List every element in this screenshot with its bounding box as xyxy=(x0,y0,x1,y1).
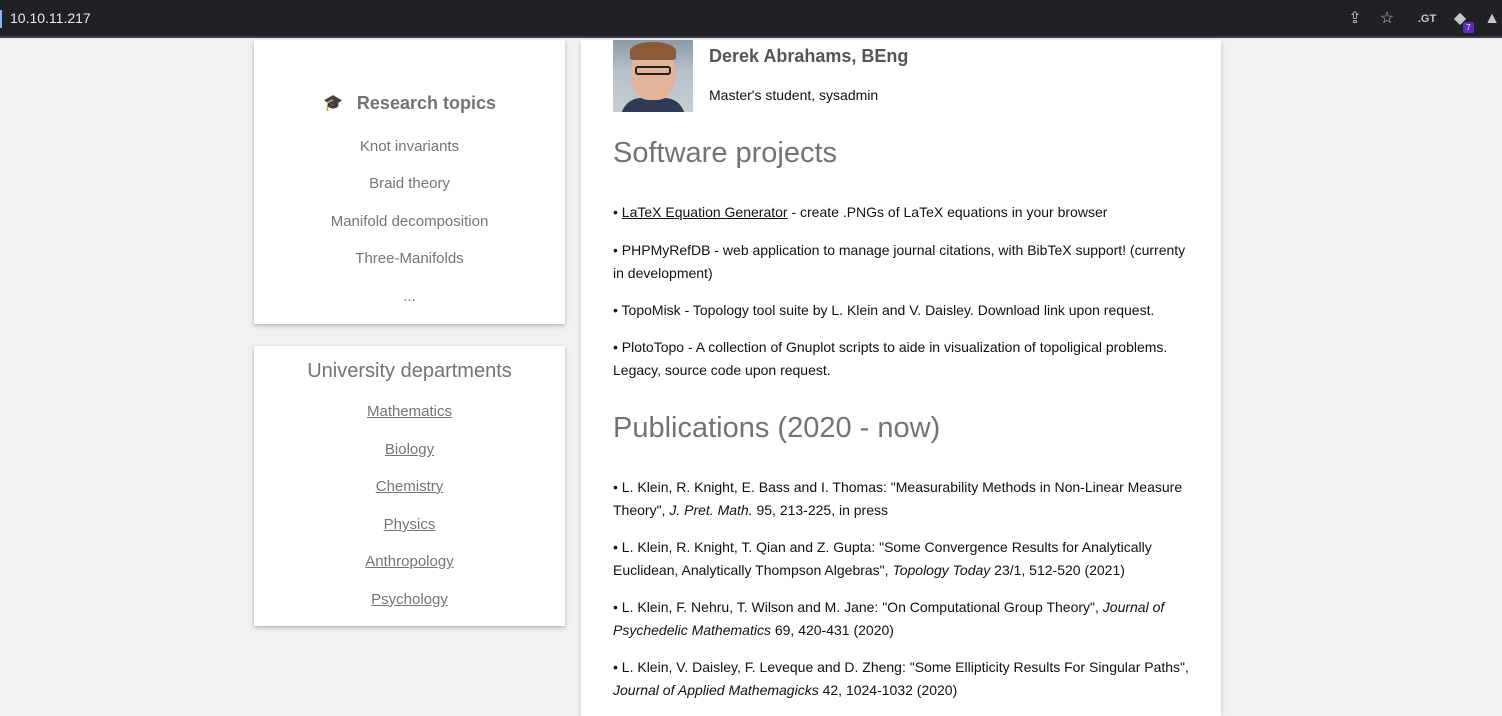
departments-title: University departments xyxy=(307,360,512,382)
profile-name: Derek Abrahams, BEng xyxy=(709,46,909,66)
research-topic: Knot invariants xyxy=(359,138,460,155)
software-item: • PlotoTopo - A collection of Gnuplot sc… xyxy=(613,336,1193,382)
profile-role: Master's student, sysadmin xyxy=(709,87,879,103)
extension-badge: 7 xyxy=(1463,22,1474,33)
department-link-psychology[interactable]: Psychology xyxy=(254,591,565,608)
extension-puzzle-icon[interactable]: ◆ 7 xyxy=(1448,7,1474,33)
publication-citation: L. Klein, F. Nehru, T. Wilson and M. Jan… xyxy=(621,599,1103,615)
research-topics-title: Research topics xyxy=(356,93,496,113)
publication-details: 42, 1024-1032 (2020) xyxy=(818,682,958,698)
research-topic: Manifold decomposition xyxy=(330,213,489,230)
software-item-text: TopoMisk - Topology tool suite by L. Kle… xyxy=(621,302,1155,318)
software-item-text: PHPMyRefDB - web application to manage j… xyxy=(613,242,1186,281)
address-bar[interactable]: 10.10.11.217 xyxy=(10,10,91,26)
department-link-anthropology[interactable]: Anthropology xyxy=(254,553,565,570)
bullet: • xyxy=(613,539,618,555)
publication-item: • L. Klein, V. Daisley, F. Leveque and D… xyxy=(613,656,1193,702)
software-item: • TopoMisk - Topology tool suite by L. K… xyxy=(613,299,1193,322)
bullet: • xyxy=(613,242,618,258)
browser-toolbar: 10.10.11.217 ⇪ ☆ .GT ◆ 7 ▲ xyxy=(0,0,1502,38)
bullet: • xyxy=(613,302,618,318)
publication-journal: J. Pret. Math. xyxy=(669,502,753,518)
graduation-cap-icon: 🎓 xyxy=(323,95,343,112)
tab-edge xyxy=(0,10,2,28)
publication-item: • L. Klein, R. Knight, T. Qian and Z. Gu… xyxy=(613,536,1193,582)
bullet: • xyxy=(613,479,618,495)
profile-photo xyxy=(613,40,693,112)
publications-heading: Publications (2020 - now) xyxy=(613,412,941,444)
departments-card: University departments Mathematics Biolo… xyxy=(254,346,565,626)
publication-journal: Topology Today xyxy=(892,562,991,578)
department-link-biology[interactable]: Biology xyxy=(254,441,565,458)
extension-icon[interactable]: .GT xyxy=(1415,7,1439,31)
research-topics-card: 🎓 Research topics Knot invariants Braid t… xyxy=(254,40,565,324)
publication-item: • L. Klein, F. Nehru, T. Wilson and M. J… xyxy=(613,596,1193,642)
software-item: • LaTeX Equation Generator - create .PNG… xyxy=(613,201,1193,224)
department-link-mathematics[interactable]: Mathematics xyxy=(254,403,565,420)
bullet: • xyxy=(613,599,618,615)
publication-item: • L. Klein, R. Knight, E. Bass and I. Th… xyxy=(613,476,1193,522)
department-link-physics[interactable]: Physics xyxy=(254,516,565,533)
software-item: • PHPMyRefDB - web application to manage… xyxy=(613,239,1193,285)
publication-citation: L. Klein, V. Daisley, F. Leveque and D. … xyxy=(621,659,1189,675)
research-topic: Braid theory xyxy=(369,175,450,192)
bullet: • xyxy=(613,339,618,355)
share-icon[interactable]: ⇪ xyxy=(1343,7,1367,31)
research-topic: Three-Manifolds xyxy=(355,250,464,267)
bookmark-star-icon[interactable]: ☆ xyxy=(1375,7,1399,31)
photo-shirt xyxy=(621,98,685,112)
software-projects-heading: Software projects xyxy=(613,137,838,169)
publication-details: 23/1, 512-520 (2021) xyxy=(990,562,1125,578)
photo-hair xyxy=(630,42,676,60)
publication-details: 95, 213-225, in press xyxy=(752,502,888,518)
photo-glasses xyxy=(635,66,671,75)
latex-generator-link[interactable]: LaTeX Equation Generator xyxy=(622,204,788,220)
publication-journal: Journal of Applied Mathemagicks xyxy=(613,682,819,698)
bullet: • xyxy=(613,659,618,675)
software-item-text: - create .PNGs of LaTeX equations in you… xyxy=(787,204,1108,220)
bullet: • xyxy=(613,204,618,220)
software-item-text: PlotoTopo - A collection of Gnuplot scri… xyxy=(613,339,1168,378)
department-link-chemistry[interactable]: Chemistry xyxy=(254,478,565,495)
profile-hat-icon[interactable]: ▲ xyxy=(1480,7,1502,31)
publication-details: 69, 420-431 (2020) xyxy=(770,622,894,638)
research-topic-more: ... xyxy=(403,288,416,305)
main-content: Derek Abrahams, BEng Master's student, s… xyxy=(581,40,1221,716)
research-topics-heading: 🎓 Research topics xyxy=(254,93,565,114)
